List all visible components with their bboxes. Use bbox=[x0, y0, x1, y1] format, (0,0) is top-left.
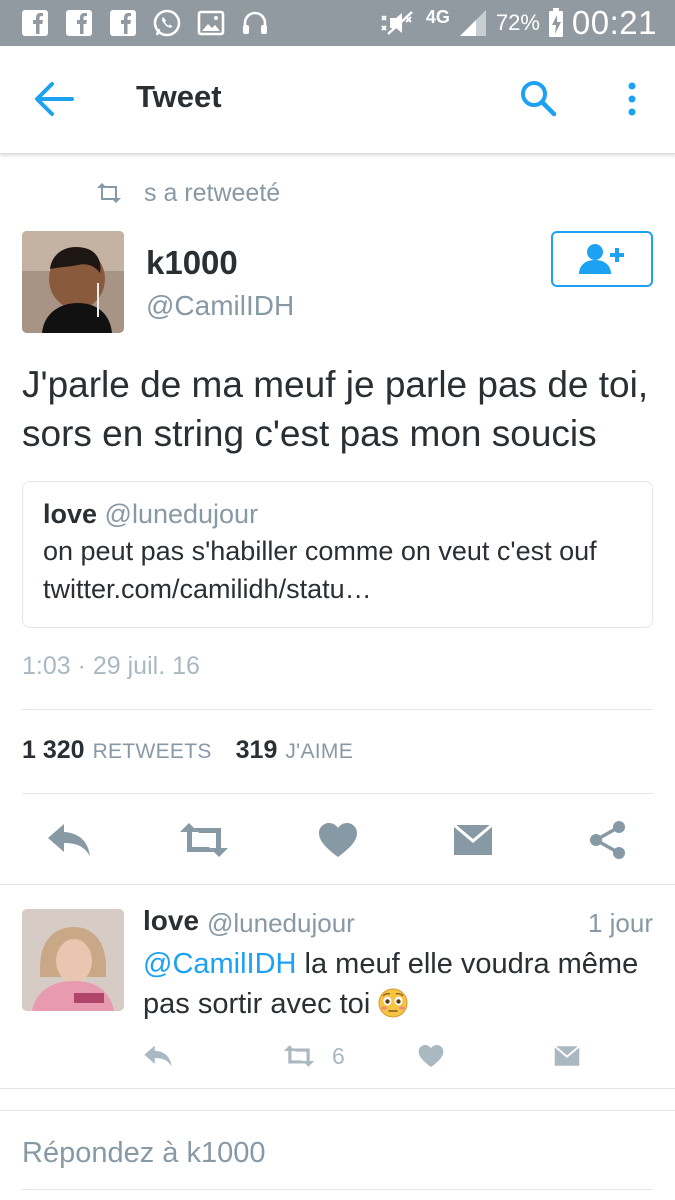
battery-percent: 72% bbox=[495, 10, 540, 35]
clock: 00:21 bbox=[571, 4, 657, 41]
tweet-timestamp: 1:03 · 29 juil. 16 bbox=[22, 652, 200, 680]
share-button[interactable] bbox=[587, 810, 629, 870]
reply-retweet-button[interactable]: 6 bbox=[282, 1036, 345, 1076]
tweet-text: J'parle de ma meuf je parle pas de toi, … bbox=[22, 364, 649, 454]
search-icon[interactable] bbox=[518, 78, 558, 118]
mail-icon bbox=[554, 1045, 580, 1066]
facebook-icon bbox=[66, 10, 92, 36]
tweet-action-bar bbox=[0, 810, 675, 870]
app-toolbar: Tweet bbox=[0, 46, 675, 154]
reply-reply-button[interactable] bbox=[143, 1036, 173, 1076]
reply-retweet-count: 6 bbox=[332, 1042, 345, 1069]
quoted-tweet-header: love @lunedujour bbox=[43, 496, 632, 532]
retweets-label[interactable]: RETWEETS bbox=[93, 740, 212, 764]
quoted-author-handle: @lunedujour bbox=[104, 499, 259, 529]
avatar-photo bbox=[22, 231, 124, 333]
reply-action-bar: 6 bbox=[0, 1036, 675, 1076]
mail-icon bbox=[453, 823, 493, 855]
retweet-context: s a retweeté bbox=[96, 176, 280, 210]
reply-like-button[interactable] bbox=[418, 1036, 444, 1076]
reply-time: 1 jour bbox=[587, 908, 653, 938]
quoted-tweet-text: on peut pas s'habiller comme on veut c'e… bbox=[43, 536, 597, 604]
reply-author-name[interactable]: love bbox=[143, 905, 199, 937]
author-handle[interactable]: @CamilIDH bbox=[146, 290, 294, 322]
network-type: 4G bbox=[425, 7, 450, 27]
more-vertical-icon[interactable] bbox=[622, 80, 642, 120]
divider bbox=[0, 1088, 675, 1089]
facebook-icon bbox=[110, 10, 136, 36]
status-indicators: 4G 72% 00:21 bbox=[378, 4, 657, 41]
arrow-left-icon[interactable] bbox=[32, 80, 74, 118]
retweet-context-label: s a retweeté bbox=[144, 178, 281, 207]
avatar[interactable] bbox=[22, 231, 124, 333]
battery-charging-icon bbox=[548, 8, 563, 37]
quoted-tweet[interactable]: love @lunedujour on peut pas s'habiller … bbox=[22, 481, 653, 628]
heart-icon bbox=[319, 823, 357, 857]
signal-icon bbox=[459, 10, 486, 36]
retweet-icon bbox=[97, 183, 121, 203]
quoted-author-name: love bbox=[43, 499, 98, 529]
share-icon bbox=[590, 821, 625, 859]
direct-message-button[interactable] bbox=[452, 810, 494, 870]
notification-icons bbox=[20, 8, 270, 38]
reply-avatar-photo bbox=[22, 909, 124, 1011]
reply-input[interactable] bbox=[22, 1137, 653, 1170]
reply-icon bbox=[48, 824, 90, 856]
retweet-icon bbox=[283, 1045, 315, 1067]
tweet-stats: 1 320 RETWEETS 319 J'AIME bbox=[22, 736, 377, 772]
divider bbox=[0, 884, 675, 885]
reply-composer bbox=[0, 1110, 675, 1200]
mute-icon bbox=[381, 11, 413, 35]
add-user-icon bbox=[579, 244, 624, 274]
retweet-button[interactable] bbox=[176, 810, 232, 870]
reply-mention-link[interactable]: @CamilIDH bbox=[143, 948, 297, 980]
facebook-icon bbox=[22, 10, 48, 36]
reply-icon bbox=[144, 1045, 172, 1067]
retweets-count[interactable]: 1 320 bbox=[22, 736, 85, 765]
reply-input-underline bbox=[22, 1189, 653, 1190]
gallery-icon bbox=[197, 10, 225, 36]
likes-count[interactable]: 319 bbox=[236, 736, 278, 765]
reply-author-handle[interactable]: @lunedujour bbox=[207, 908, 355, 939]
divider bbox=[22, 793, 653, 794]
status-bar: 4G 72% 00:21 bbox=[0, 0, 675, 46]
heart-icon bbox=[418, 1044, 444, 1068]
like-button[interactable] bbox=[316, 810, 360, 870]
page-title: Tweet bbox=[136, 79, 222, 114]
author-name[interactable]: k1000 bbox=[146, 244, 238, 282]
headphones-icon bbox=[243, 11, 267, 34]
divider bbox=[22, 709, 653, 710]
reply-text: @CamilIDH la meuf elle voudra même pas s… bbox=[143, 944, 663, 1024]
whatsapp-icon bbox=[153, 9, 181, 37]
follow-button[interactable] bbox=[551, 231, 653, 287]
reply-avatar[interactable] bbox=[22, 909, 124, 1011]
likes-label[interactable]: J'AIME bbox=[285, 740, 353, 764]
flushed-face-emoji-icon bbox=[378, 988, 408, 1018]
reply-message-button[interactable] bbox=[554, 1036, 580, 1076]
reply-button[interactable] bbox=[44, 810, 94, 870]
retweet-icon bbox=[180, 823, 228, 857]
